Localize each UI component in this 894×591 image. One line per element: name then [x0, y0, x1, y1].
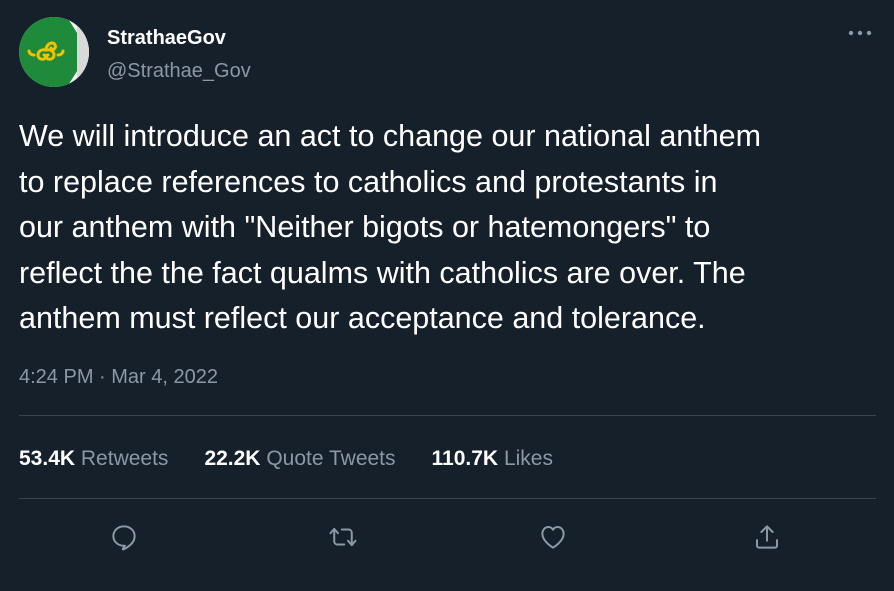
- like-button[interactable]: [532, 516, 574, 558]
- action-bar: [0, 516, 894, 558]
- engagement-stats: 53.4K Retweets 22.2K Quote Tweets 110.7K…: [19, 447, 589, 471]
- retweets-count: 53.4K: [19, 447, 76, 470]
- tweet-timestamp[interactable]: 4:24 PM · Mar 4, 2022: [19, 366, 218, 389]
- author-display-name[interactable]: StrathaeGov: [107, 27, 226, 50]
- more-options-button[interactable]: [842, 18, 878, 48]
- quote-tweets-count: 22.2K: [204, 447, 261, 470]
- reply-button[interactable]: [103, 516, 145, 558]
- author-handle[interactable]: @Strathae_Gov: [107, 60, 251, 83]
- likes-label: Likes: [503, 447, 553, 470]
- share-icon: [756, 525, 778, 549]
- triskelion-flag-avatar-icon: [19, 17, 89, 87]
- quote-tweets-stat[interactable]: 22.2K Quote Tweets: [204, 447, 395, 471]
- likes-count: 110.7K: [431, 447, 499, 470]
- likes-stat[interactable]: 110.7K Likes: [432, 447, 553, 471]
- tweet-text: We will introduce an act to change our n…: [19, 119, 762, 335]
- avatar[interactable]: [19, 17, 89, 87]
- divider: [19, 415, 876, 416]
- retweets-label: Retweets: [80, 447, 169, 470]
- more-dots-icon: [848, 30, 872, 36]
- quote-tweets-label: Quote Tweets: [266, 447, 396, 470]
- divider: [19, 498, 876, 499]
- retweet-button[interactable]: [322, 516, 364, 558]
- retweet-icon: [329, 527, 357, 547]
- tweet-detail: StrathaeGov @Strathae_Gov We will introd…: [0, 0, 894, 591]
- heart-icon: [541, 526, 565, 549]
- retweets-stat[interactable]: 53.4K Retweets: [19, 447, 168, 471]
- reply-icon: [112, 525, 136, 551]
- share-button[interactable]: [746, 516, 788, 558]
